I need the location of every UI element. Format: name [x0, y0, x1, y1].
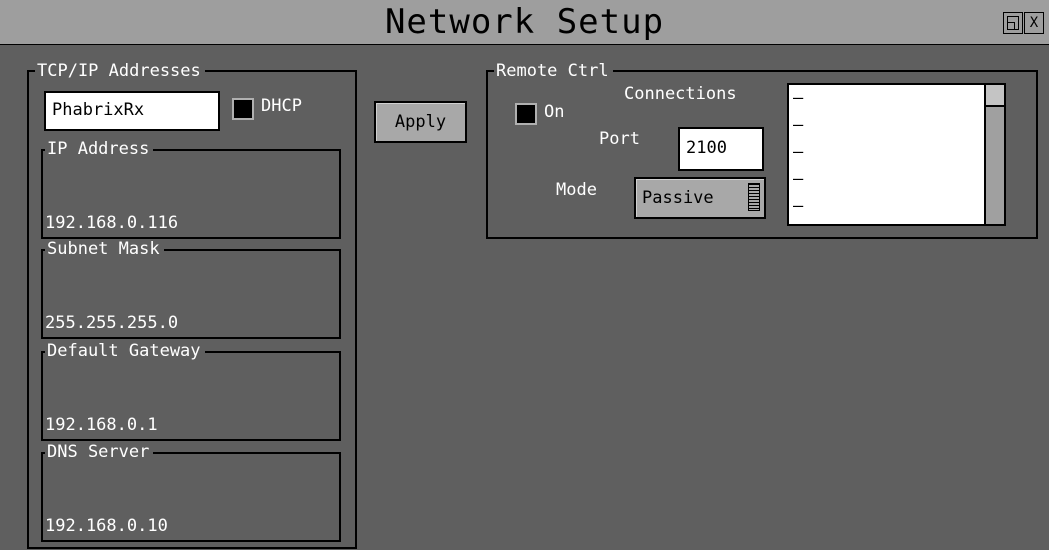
- subnet-mask-box: Subnet Mask 255.255.255.0: [41, 240, 341, 339]
- list-item: –: [793, 169, 804, 189]
- ip-address-legend: IP Address: [45, 140, 154, 158]
- ip-address-value: 192.168.0.116: [45, 213, 179, 233]
- window-title: Network Setup: [384, 2, 665, 42]
- title-bar: Network Setup X: [0, 0, 1049, 45]
- default-gateway-value: 192.168.0.1: [45, 415, 158, 435]
- remote-ctrl-legend: Remote Ctrl: [494, 62, 613, 80]
- close-icon[interactable]: X: [1024, 12, 1044, 34]
- ip-address-box: IP Address 192.168.0.116: [41, 140, 341, 239]
- remote-ctrl-group: Remote Ctrl On Connections Port 2100 Mod…: [486, 62, 1038, 239]
- list-item: –: [793, 196, 804, 216]
- remote-on-label: On: [544, 102, 565, 122]
- dhcp-label: DHCP: [261, 96, 302, 116]
- port-field[interactable]: 2100: [678, 127, 764, 171]
- list-item: –: [793, 142, 804, 162]
- mode-dropdown-value: Passive: [642, 188, 714, 208]
- restore-icon[interactable]: [1003, 12, 1023, 34]
- dns-server-legend: DNS Server: [45, 443, 154, 461]
- remote-on-checkbox[interactable]: [515, 103, 537, 125]
- default-gateway-box: Default Gateway 192.168.0.1: [41, 342, 341, 441]
- connections-label: Connections: [624, 84, 737, 104]
- mode-label: Mode: [556, 180, 597, 200]
- dhcp-checkbox[interactable]: [232, 98, 254, 120]
- hostname-field[interactable]: PhabrixRx: [44, 91, 220, 131]
- subnet-mask-legend: Subnet Mask: [45, 240, 164, 258]
- connections-scrollbar[interactable]: [984, 85, 1004, 224]
- list-item: –: [793, 115, 804, 135]
- dns-server-box: DNS Server 192.168.0.10: [41, 443, 341, 542]
- subnet-mask-value: 255.255.255.0: [45, 313, 179, 333]
- mode-dropdown[interactable]: Passive: [634, 177, 766, 219]
- dns-server-value: 192.168.0.10: [45, 516, 168, 536]
- apply-button[interactable]: Apply: [374, 101, 467, 143]
- list-item: –: [793, 88, 804, 108]
- tcpip-group: TCP/IP Addresses PhabrixRx DHCP IP Addre…: [27, 62, 357, 549]
- port-label: Port: [599, 129, 640, 149]
- default-gateway-legend: Default Gateway: [45, 342, 205, 360]
- connections-list[interactable]: – – – – –: [787, 83, 1006, 226]
- dropdown-grip-icon: [748, 183, 760, 211]
- scroll-thumb[interactable]: [986, 85, 1004, 107]
- tcpip-legend: TCP/IP Addresses: [35, 62, 205, 80]
